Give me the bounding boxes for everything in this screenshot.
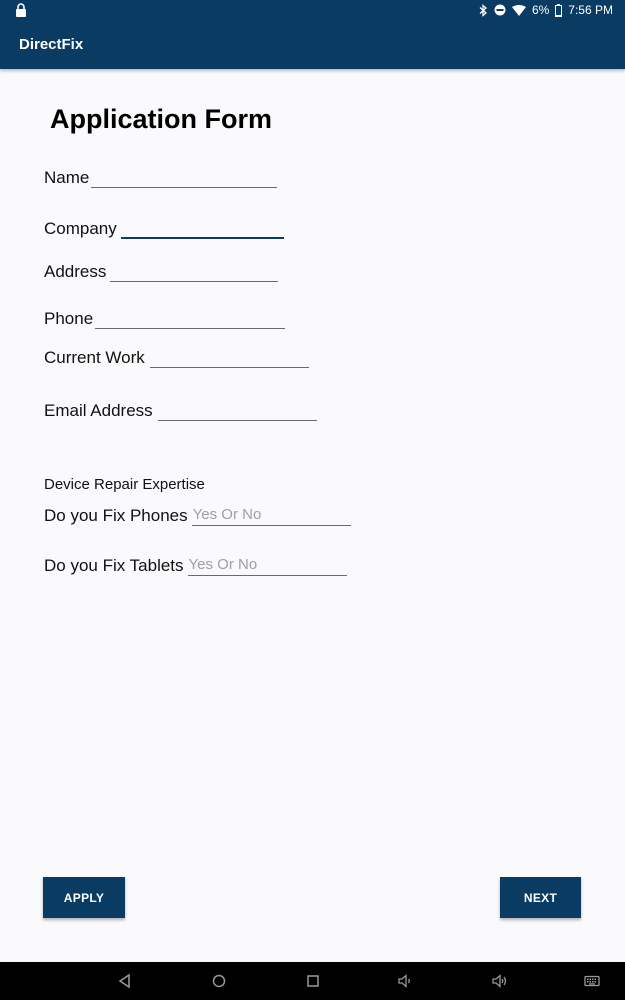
apply-button[interactable]: APPLY xyxy=(43,877,125,918)
section-label: Device Repair Expertise xyxy=(44,476,205,493)
name-field: Name xyxy=(44,168,278,188)
current-work-field: Current Work xyxy=(44,348,309,368)
current-work-input[interactable] xyxy=(149,348,309,368)
fix-phones-label: Do you Fix Phones xyxy=(44,506,188,525)
company-label: Company xyxy=(44,219,117,238)
battery-icon xyxy=(555,3,563,17)
email-input[interactable] xyxy=(157,401,317,421)
email-label: Email Address xyxy=(44,401,153,420)
do-not-disturb-icon xyxy=(494,4,506,16)
company-input[interactable] xyxy=(120,215,284,239)
fix-tablets-input[interactable]: Yes Or No xyxy=(187,556,347,576)
fix-phones-input[interactable]: Yes Or No xyxy=(191,506,351,526)
phone-field: Phone xyxy=(44,309,286,329)
status-bar: 6% 7:56 PM xyxy=(0,0,625,20)
fix-tablets-field: Do you Fix Tablets Yes Or No xyxy=(44,556,347,576)
bluetooth-icon xyxy=(479,3,487,17)
company-field: Company xyxy=(44,215,284,239)
lock-icon xyxy=(16,3,26,17)
phone-input[interactable] xyxy=(95,309,286,329)
name-input[interactable] xyxy=(91,168,278,188)
address-input[interactable] xyxy=(110,262,279,282)
clock: 7:56 PM xyxy=(568,3,613,17)
address-label: Address xyxy=(44,262,107,281)
volume-down-icon[interactable] xyxy=(398,973,414,989)
fix-tablets-label: Do you Fix Tablets xyxy=(44,556,184,575)
navigation-bar xyxy=(0,962,625,1000)
recents-icon[interactable] xyxy=(305,973,321,989)
home-icon[interactable] xyxy=(211,973,227,989)
address-field: Address xyxy=(44,262,279,282)
fix-phones-field: Do you Fix Phones Yes Or No xyxy=(44,506,351,526)
app-bar: DirectFix xyxy=(0,20,625,69)
back-icon[interactable] xyxy=(117,973,133,989)
status-icons: 6% 7:56 PM xyxy=(479,0,613,20)
fix-phones-placeholder: Yes Or No xyxy=(192,506,262,523)
next-button[interactable]: NEXT xyxy=(500,877,581,918)
keyboard-icon[interactable] xyxy=(584,973,600,989)
wifi-icon xyxy=(511,4,526,16)
fix-tablets-placeholder: Yes Or No xyxy=(188,556,258,573)
battery-percent: 6% xyxy=(531,3,550,17)
volume-up-icon[interactable] xyxy=(492,973,508,989)
current-work-label: Current Work xyxy=(44,348,145,367)
email-field: Email Address xyxy=(44,401,317,421)
name-label: Name xyxy=(44,168,90,187)
form-title: Application Form xyxy=(50,104,272,134)
phone-label: Phone xyxy=(44,309,94,328)
app-title: DirectFix xyxy=(19,36,84,53)
